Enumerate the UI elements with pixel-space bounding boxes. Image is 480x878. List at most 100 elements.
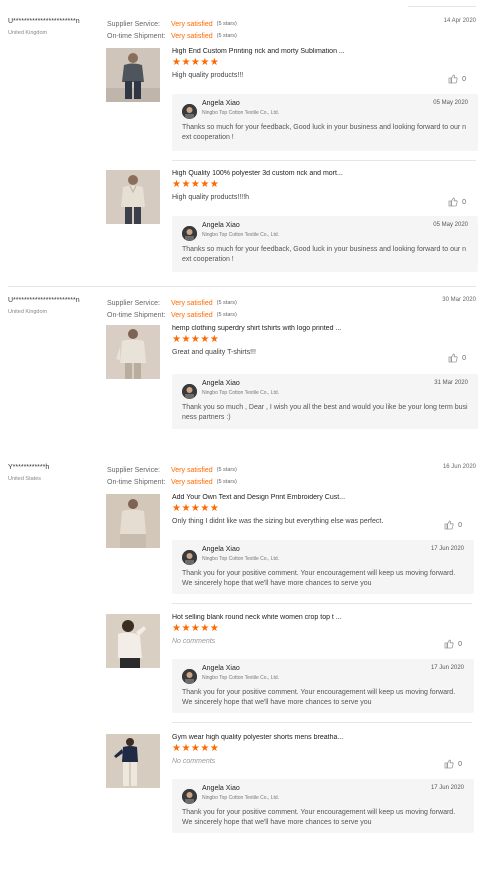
product-thumbnail[interactable] [106, 325, 160, 379]
like-count: 0 [462, 198, 466, 206]
product-title[interactable]: High Quality 100% polyester 3d custom ri… [172, 170, 478, 177]
avatar [182, 789, 197, 804]
review-divider [8, 286, 476, 287]
thumbs-up-icon [444, 520, 454, 530]
thumbs-up-icon [444, 639, 454, 649]
reviewer-country: United Kingdom [8, 309, 48, 315]
rating-stars: ★★★★★ [172, 334, 220, 345]
product-review: Add Your Own Text and Design Print Embro… [106, 494, 474, 596]
rating-stars: ★★★★★ [172, 57, 220, 68]
reviewer-name: U***********************n [8, 297, 80, 304]
reply-author: Angela Xiao [202, 665, 240, 672]
supplier-service-stars: (5 stars) [216, 467, 237, 473]
supplier-ratings: Supplier Service: Very satisfied (5 star… [107, 464, 237, 488]
ontime-shipment-value: Very satisfied [171, 478, 213, 486]
reply-date: 05 May 2020 [433, 100, 468, 106]
like-button[interactable]: 0 [444, 520, 462, 530]
product-thumbnail[interactable] [106, 614, 160, 668]
supplier-service-stars: (5 stars) [216, 300, 237, 306]
reply-author: Angela Xiao [202, 100, 240, 107]
reviewer-info: U***********************n United Kingdom [8, 18, 80, 36]
like-button[interactable]: 0 [444, 759, 462, 769]
product-review: hemp clothing superdry shirt tshirts wit… [106, 325, 478, 429]
thumbs-up-icon [448, 197, 458, 207]
reply-text: Thank you for your positive comment. You… [182, 809, 456, 826]
supplier-service-label: Supplier Service: [107, 299, 160, 307]
reply-author: Angela Xiao [202, 546, 240, 553]
review-date: 16 Jun 2020 [442, 464, 476, 470]
seller-reply: Angela Xiao Ningbo Top Cotton Textile Co… [172, 216, 478, 272]
reply-text: Thank you so much , Dear , I wish you al… [182, 404, 468, 421]
divider [172, 603, 472, 604]
avatar [182, 226, 197, 241]
reply-date: 17 Jun 2020 [430, 546, 464, 552]
divider [172, 722, 472, 723]
ontime-shipment-label: On-time Shipment: [107, 32, 166, 40]
review-comment: No comments [172, 638, 216, 645]
supplier-service-label: Supplier Service: [107, 20, 160, 28]
supplier-service-label: Supplier Service: [107, 466, 160, 474]
reply-date: 31 Mar 2020 [434, 380, 468, 386]
reply-company: Ningbo Top Cotton Textile Co., Ltd. [202, 556, 280, 562]
product-thumbnail[interactable] [106, 170, 160, 224]
reply-text: Thank you for your positive comment. You… [182, 570, 456, 587]
like-button[interactable]: 0 [444, 639, 462, 649]
reply-date: 17 Jun 2020 [430, 785, 464, 791]
seller-reply: Angela Xiao Ningbo Top Cotton Textile Co… [172, 779, 474, 833]
rating-stars: ★★★★★ [172, 179, 220, 190]
like-button[interactable]: 0 [448, 197, 466, 207]
reply-date: 17 Jun 2020 [430, 665, 464, 671]
supplier-ratings: Supplier Service: Very satisfied (5 star… [107, 297, 237, 321]
seller-reply: Angela Xiao Ningbo Top Cotton Textile Co… [172, 659, 474, 713]
reviewer-info: U***********************n United Kingdom [8, 297, 80, 315]
product-thumbnail[interactable] [106, 494, 160, 548]
avatar [182, 104, 197, 119]
reply-company: Ningbo Top Cotton Textile Co., Ltd. [202, 795, 280, 801]
product-review: Gym wear high quality polyester shorts m… [106, 734, 474, 836]
thumbs-up-icon [448, 353, 458, 363]
ontime-shipment-stars: (5 stars) [216, 33, 237, 39]
ontime-shipment-value: Very satisfied [171, 311, 213, 319]
reviewer-name: Y************h [8, 464, 50, 471]
review-comment: High quality products!!! [172, 72, 244, 79]
reviewer-country: United Kingdom [8, 30, 48, 36]
divider [172, 160, 476, 161]
like-button[interactable]: 0 [448, 353, 466, 363]
avatar [182, 669, 197, 684]
like-count: 0 [462, 354, 466, 362]
avatar [182, 550, 197, 565]
like-count: 0 [458, 640, 462, 648]
product-thumbnail[interactable] [106, 734, 160, 788]
reply-text: Thanks so much for your feedback, Good l… [182, 124, 467, 141]
product-title[interactable]: hemp clothing superdry shirt tshirts wit… [172, 325, 478, 332]
reply-author: Angela Xiao [202, 380, 240, 387]
product-title[interactable]: Add Your Own Text and Design Print Embro… [172, 494, 474, 501]
supplier-service-value: Very satisfied [171, 466, 213, 474]
supplier-service-value: Very satisfied [171, 299, 213, 307]
supplier-service-value: Very satisfied [171, 20, 213, 28]
reply-author: Angela Xiao [202, 222, 240, 229]
reply-text: Thank you for your positive comment. You… [182, 689, 456, 706]
supplier-ratings: Supplier Service: Very satisfied (5 star… [107, 18, 237, 42]
product-title[interactable]: Hot selling blank round neck white women… [172, 614, 474, 621]
thumbs-up-icon [448, 74, 458, 84]
avatar [182, 384, 197, 399]
reply-company: Ningbo Top Cotton Textile Co., Ltd. [202, 110, 280, 116]
product-title[interactable]: High End Custom Printing rick and morty … [172, 48, 478, 55]
reply-author: Angela Xiao [202, 785, 240, 792]
reply-date: 05 May 2020 [433, 222, 468, 228]
like-count: 0 [462, 75, 466, 83]
product-thumbnail[interactable] [106, 48, 160, 102]
like-button[interactable]: 0 [448, 74, 466, 84]
product-title[interactable]: Gym wear high quality polyester shorts m… [172, 734, 474, 741]
seller-reply: Angela Xiao Ningbo Top Cotton Textile Co… [172, 374, 478, 429]
product-review: High End Custom Printing rick and morty … [106, 48, 478, 158]
like-count: 0 [458, 521, 462, 529]
review-comment: Great and quality T-shirts!!! [172, 349, 256, 356]
review-comment: High quality products!!!!h [172, 194, 250, 201]
ontime-shipment-stars: (5 stars) [216, 479, 237, 485]
like-count: 0 [458, 760, 462, 768]
reviewer-country: United States [8, 476, 42, 482]
product-review: High Quality 100% polyester 3d custom ri… [106, 170, 478, 274]
ontime-shipment-stars: (5 stars) [216, 312, 237, 318]
